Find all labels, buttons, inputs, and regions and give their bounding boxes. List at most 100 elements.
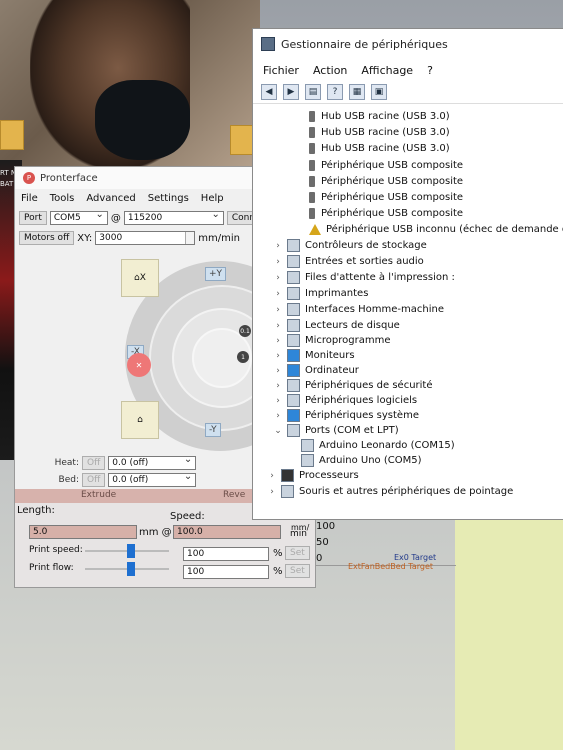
- update-driver-icon[interactable]: ▦: [349, 84, 365, 100]
- tree-item-usb[interactable]: Hub USB racine (USB 3.0): [309, 141, 450, 156]
- menu-action[interactable]: Action: [313, 64, 347, 77]
- print-speed-set-button[interactable]: Set: [285, 546, 310, 560]
- menu-help[interactable]: Help: [201, 193, 224, 204]
- tree-category-monitors[interactable]: › Moniteurs: [273, 348, 355, 363]
- chevron-right-icon[interactable]: ›: [273, 351, 283, 361]
- tree-item-label: Arduino Uno (COM5): [319, 455, 422, 466]
- xy-label: XY:: [77, 232, 93, 244]
- tree-category-processors[interactable]: › Processeurs: [267, 468, 359, 483]
- port-select[interactable]: COM5: [49, 209, 108, 225]
- tree-item-arduino-leonardo[interactable]: Arduino Leonardo (COM15): [301, 438, 455, 453]
- print-flow-input[interactable]: 100: [183, 565, 269, 579]
- port-button[interactable]: Port: [19, 211, 47, 225]
- window-title: Pronterface: [40, 172, 98, 184]
- tree-item-usb[interactable]: Hub USB racine (USB 3.0): [309, 125, 450, 140]
- menu-tools[interactable]: Tools: [50, 193, 75, 204]
- desktop-folder-icon[interactable]: [0, 120, 24, 150]
- tree-category-disk-drives[interactable]: › Lecteurs de disque: [273, 318, 400, 333]
- tree-category-storage[interactable]: › Contrôleurs de stockage: [273, 238, 427, 253]
- right-background-panel: [455, 510, 563, 750]
- tree-category-software-devices[interactable]: › Périphériques logiciels: [273, 393, 417, 408]
- menu-help[interactable]: ?: [427, 64, 433, 77]
- menu-fichier[interactable]: Fichier: [263, 64, 299, 77]
- chevron-right-icon[interactable]: ›: [273, 366, 283, 376]
- speed-input[interactable]: 100.0: [173, 525, 281, 539]
- temperature-graph: 100 min 50 0 Ex0 Target ExtFanBedBed Tar…: [290, 515, 462, 585]
- chevron-down-icon[interactable]: ⌄: [273, 426, 283, 436]
- menu-settings[interactable]: Settings: [148, 193, 189, 204]
- tree-category-print-queues[interactable]: › Files d'attente à l'impression :: [273, 270, 455, 285]
- chevron-right-icon[interactable]: ›: [273, 321, 283, 331]
- chevron-right-icon[interactable]: ›: [273, 305, 283, 315]
- tree-item-usb[interactable]: Périphérique USB composite: [309, 158, 463, 173]
- tree-item-arduino-uno[interactable]: Arduino Uno (COM5): [301, 453, 421, 468]
- tree-category-printers[interactable]: › Imprimantes: [273, 286, 368, 301]
- chevron-right-icon[interactable]: ›: [273, 381, 283, 391]
- menu-advanced[interactable]: Advanced: [86, 193, 135, 204]
- tree-category-firmware[interactable]: › Microprogramme: [273, 333, 391, 348]
- bed-select[interactable]: 0.0 (off): [108, 471, 197, 487]
- tree-item-usb-unknown[interactable]: Périphérique USB inconnu (échec de deman…: [309, 222, 563, 237]
- baud-select[interactable]: 115200: [123, 209, 224, 225]
- help-icon[interactable]: ?: [327, 84, 343, 100]
- print-flow-slider-thumb[interactable]: [126, 562, 135, 576]
- tree-category-hid[interactable]: › Interfaces Homme-machine: [273, 302, 444, 317]
- print-speed-slider-thumb[interactable]: [126, 544, 135, 558]
- chevron-right-icon[interactable]: ›: [267, 487, 277, 497]
- jog-minus-y-button[interactable]: -Y: [205, 423, 221, 437]
- tree-item-usb[interactable]: Hub USB racine (USB 3.0): [309, 109, 450, 124]
- device-manager-window: Gestionnaire de périphériques Fichier Ac…: [252, 28, 563, 520]
- tree-category-system-devices[interactable]: › Périphériques système: [273, 408, 419, 423]
- heat-off-button[interactable]: Off: [82, 456, 106, 470]
- motors-off-button[interactable]: Motors off: [19, 231, 75, 245]
- forward-arrow-icon[interactable]: ▶: [283, 84, 299, 100]
- percent-label: %: [273, 566, 283, 577]
- chevron-right-icon[interactable]: ›: [273, 336, 283, 346]
- tree-category-ports[interactable]: ⌄ Ports (COM et LPT): [273, 423, 399, 438]
- properties-icon[interactable]: ▤: [305, 84, 321, 100]
- jog-center-button[interactable]: ✕: [127, 353, 151, 377]
- chevron-right-icon[interactable]: ›: [267, 471, 277, 481]
- heat-label: Heat:: [54, 458, 79, 468]
- tree-item-usb[interactable]: Périphérique USB composite: [309, 190, 463, 205]
- step-01-indicator[interactable]: 0.1: [239, 325, 251, 337]
- print-flow-set-button[interactable]: Set: [285, 564, 310, 578]
- home-x-button[interactable]: ⌂ X: [121, 259, 159, 297]
- length-input[interactable]: 5.0: [29, 525, 137, 539]
- chevron-right-icon[interactable]: ›: [273, 241, 283, 251]
- extrude-button[interactable]: Extrude: [81, 490, 116, 500]
- device-manager-titlebar[interactable]: Gestionnaire de périphériques: [253, 29, 563, 59]
- port-icon: [301, 454, 314, 467]
- print-flow-slider[interactable]: [85, 562, 169, 576]
- chevron-right-icon[interactable]: ›: [273, 257, 283, 267]
- menu-affichage[interactable]: Affichage: [361, 64, 413, 77]
- percent-label: %: [273, 548, 283, 559]
- xy-feedrate-input[interactable]: 3000: [95, 231, 196, 245]
- tree-category-computer[interactable]: › Ordinateur: [273, 363, 359, 378]
- tree-category-mice[interactable]: › Souris et autres périphériques de point…: [267, 484, 513, 499]
- tree-category-security[interactable]: › Périphériques de sécurité: [273, 378, 433, 393]
- back-arrow-icon[interactable]: ◀: [261, 84, 277, 100]
- tree-item-usb[interactable]: Périphérique USB composite: [309, 174, 463, 189]
- desktop-folder-icon[interactable]: [230, 125, 254, 155]
- tree-item-label: Périphérique USB composite: [321, 176, 464, 187]
- heat-select[interactable]: 0.0 (off): [108, 454, 197, 470]
- menu-file[interactable]: File: [21, 193, 38, 204]
- print-speed-input[interactable]: 100: [183, 547, 269, 561]
- chevron-right-icon[interactable]: ›: [273, 273, 283, 283]
- scan-hardware-icon[interactable]: ▣: [371, 84, 387, 100]
- home-all-button[interactable]: ⌂: [121, 401, 159, 439]
- step-1-indicator[interactable]: 1: [237, 351, 249, 363]
- reverse-button[interactable]: Reve: [223, 490, 245, 500]
- chevron-right-icon[interactable]: ›: [273, 289, 283, 299]
- chevron-right-icon[interactable]: ›: [273, 396, 283, 406]
- window-title: Gestionnaire de périphériques: [281, 37, 448, 51]
- tree-category-audio[interactable]: › Entrées et sorties audio: [273, 254, 424, 269]
- chevron-right-icon[interactable]: ›: [273, 411, 283, 421]
- tree-item-usb[interactable]: Périphérique USB composite: [309, 206, 463, 221]
- bed-off-button[interactable]: Off: [82, 473, 106, 487]
- print-speed-slider[interactable]: [85, 544, 169, 558]
- tree-item-label: Interfaces Homme-machine: [305, 304, 445, 315]
- mm-at-label: mm @: [139, 527, 172, 538]
- jog-plus-y-button[interactable]: +Y: [205, 267, 227, 281]
